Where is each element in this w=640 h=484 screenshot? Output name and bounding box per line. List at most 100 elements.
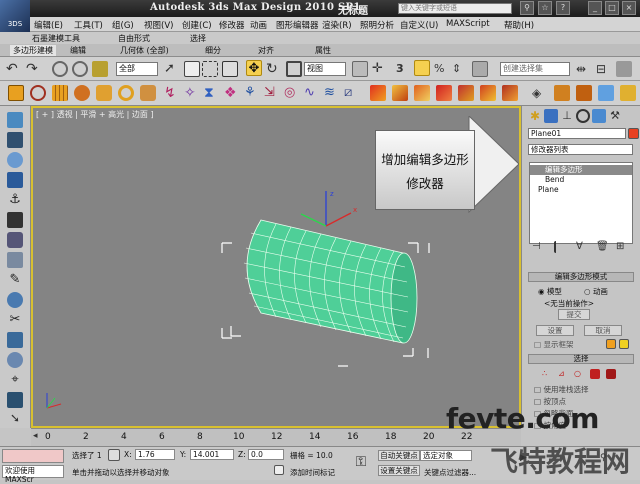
object-color-swatch[interactable] (628, 128, 639, 139)
move-icon[interactable]: ✥ (246, 60, 262, 76)
reference-coord-dropdown[interactable]: 视图 (304, 62, 346, 76)
box-icon[interactable] (8, 85, 24, 101)
snaps-icon[interactable]: 3 (396, 61, 412, 77)
sphere-tool-icon[interactable] (7, 152, 23, 168)
app-icon[interactable]: 3DS (0, 0, 30, 32)
panel-align[interactable]: 对齐 (258, 45, 274, 56)
camera-icon[interactable]: ⌖ (7, 372, 23, 388)
close-button[interactable]: × (622, 1, 636, 15)
angle-snap-icon[interactable] (414, 60, 430, 76)
maxscript-listener-pink[interactable] (2, 449, 64, 463)
polygon-mode-icon[interactable] (590, 369, 600, 379)
menu-graph-editors[interactable]: 图形编辑器 (276, 19, 319, 31)
tab-freeform[interactable]: 自由形式 (118, 33, 150, 44)
selection-filter-dropdown[interactable]: 全部 (116, 62, 158, 76)
star-icon[interactable]: ☆ (538, 1, 552, 15)
maximize-button[interactable]: □ (605, 1, 619, 15)
rotate-icon[interactable]: ↻ (266, 61, 282, 77)
panel-properties[interactable]: 属性 (315, 45, 331, 56)
bind-spacewarp-icon[interactable] (92, 61, 108, 77)
paint-icon[interactable]: ✎ (7, 272, 23, 288)
scale-icon[interactable] (286, 61, 302, 77)
layers-icon[interactable] (7, 252, 23, 268)
utilities-icon[interactable] (7, 232, 23, 248)
make-unique-icon[interactable]: ∀ (576, 241, 588, 253)
rect-select-icon[interactable] (202, 61, 218, 77)
material-icon[interactable] (7, 332, 23, 348)
tool-icon[interactable]: ✂ (7, 312, 23, 328)
shelf-tool-a-icon[interactable]: ◈ (532, 85, 548, 101)
remove-modifier-icon[interactable]: 🗑 (596, 241, 609, 253)
motion-icon[interactable] (7, 172, 23, 188)
mirror-icon[interactable]: ⇹ (576, 61, 592, 77)
shelf-tool-e-icon[interactable] (620, 85, 636, 101)
panel-poly-modeling[interactable]: 多边形建模 (10, 45, 56, 56)
manipulate-icon[interactable]: ✛ (372, 61, 388, 77)
hierarchy-icon[interactable] (7, 132, 23, 148)
show-cage-checkbox[interactable]: □ 显示框架 (534, 339, 573, 350)
lathe-icon[interactable] (392, 85, 408, 101)
modifier-stack[interactable]: 编辑多边形 Bend Plane (529, 162, 633, 244)
light-icon[interactable] (7, 292, 23, 308)
commit-button[interactable]: 提交 (558, 309, 590, 320)
mode-anim-radio[interactable]: ○ 动画 (584, 286, 608, 297)
link-icon[interactable] (52, 61, 68, 77)
unlink-icon[interactable] (72, 61, 88, 77)
cage-selected-color-swatch[interactable] (619, 339, 629, 349)
configure-sets-icon[interactable]: ⊞ (616, 241, 628, 253)
taper-icon[interactable]: ⧗ (204, 85, 220, 101)
edit-named-sel-icon[interactable] (472, 61, 488, 77)
named-selection-dropdown[interactable]: 创建选择集 (500, 62, 570, 76)
display-tab-icon[interactable] (592, 109, 606, 123)
spinner-snap-icon[interactable]: ⇕ (452, 61, 468, 77)
sphere-icon[interactable] (74, 85, 90, 101)
utilities-tab-icon[interactable]: ⚒ (608, 109, 622, 123)
layer-icon[interactable] (616, 61, 632, 77)
search-input[interactable]: 键入关键字或短语 (398, 3, 512, 14)
show-end-result-icon[interactable] (554, 241, 566, 253)
shell-icon[interactable] (458, 85, 474, 101)
menu-create[interactable]: 创建(C) (182, 19, 212, 31)
stack-item-plane[interactable]: Plane (530, 185, 632, 195)
mode-model-radio[interactable]: ◉ 模型 (538, 286, 562, 297)
auto-key-button[interactable]: 自动关键点 (378, 450, 420, 461)
menu-rendering[interactable]: 渲染(R) (322, 19, 352, 31)
helper-icon[interactable] (7, 392, 23, 408)
binoculars-icon[interactable]: ⚲ (520, 1, 534, 15)
teapot-icon[interactable] (140, 85, 156, 101)
modifier-list-dropdown[interactable]: 修改器列表 (528, 144, 633, 155)
menu-group[interactable]: 组(G) (112, 19, 134, 31)
cage-color-swatch[interactable] (606, 339, 616, 349)
cancel-button[interactable]: 取消 (584, 325, 622, 336)
menu-tools[interactable]: 工具(T) (74, 19, 103, 31)
spherify-icon[interactable]: ◎ (284, 85, 300, 101)
arrow-icon[interactable]: ➘ (7, 410, 23, 426)
lock-selection-icon[interactable] (108, 449, 120, 461)
skew-icon[interactable]: ⧄ (344, 85, 360, 101)
border-mode-icon[interactable]: ○ (574, 369, 584, 379)
element-mode-icon[interactable] (606, 369, 616, 379)
ffd-icon[interactable]: ❖ (224, 85, 240, 101)
symmetry-icon[interactable] (502, 85, 518, 101)
x-coord-field[interactable]: 1.76 (135, 449, 175, 460)
edge-mode-icon[interactable]: ⊿ (558, 369, 568, 379)
align-icon[interactable]: ⊟ (596, 61, 612, 77)
settings-button[interactable]: 设置 (536, 325, 574, 336)
menu-maxscript[interactable]: MAXScript (446, 19, 490, 29)
noise-icon[interactable]: ⚘ (244, 85, 260, 101)
time-tag-icon[interactable] (274, 465, 284, 475)
shelf-tool-b-icon[interactable] (554, 85, 570, 101)
display-icon[interactable] (7, 212, 23, 228)
pivot-icon[interactable] (352, 61, 368, 77)
select-by-name-icon[interactable] (184, 61, 200, 77)
extrude-icon[interactable] (370, 85, 386, 101)
tab-graphite[interactable]: 石墨建模工具 (32, 33, 80, 44)
vertex-mode-icon[interactable]: ∴ (542, 369, 552, 379)
grid-icon[interactable] (52, 85, 68, 101)
circle-icon[interactable] (30, 85, 46, 101)
tab-selection[interactable]: 选择 (190, 33, 206, 44)
motion-tab-icon[interactable] (576, 109, 590, 123)
z-coord-field[interactable]: 0.0 (248, 449, 284, 460)
object-name-field[interactable]: Plane01 (528, 128, 626, 139)
help-icon[interactable]: ? (556, 1, 570, 15)
